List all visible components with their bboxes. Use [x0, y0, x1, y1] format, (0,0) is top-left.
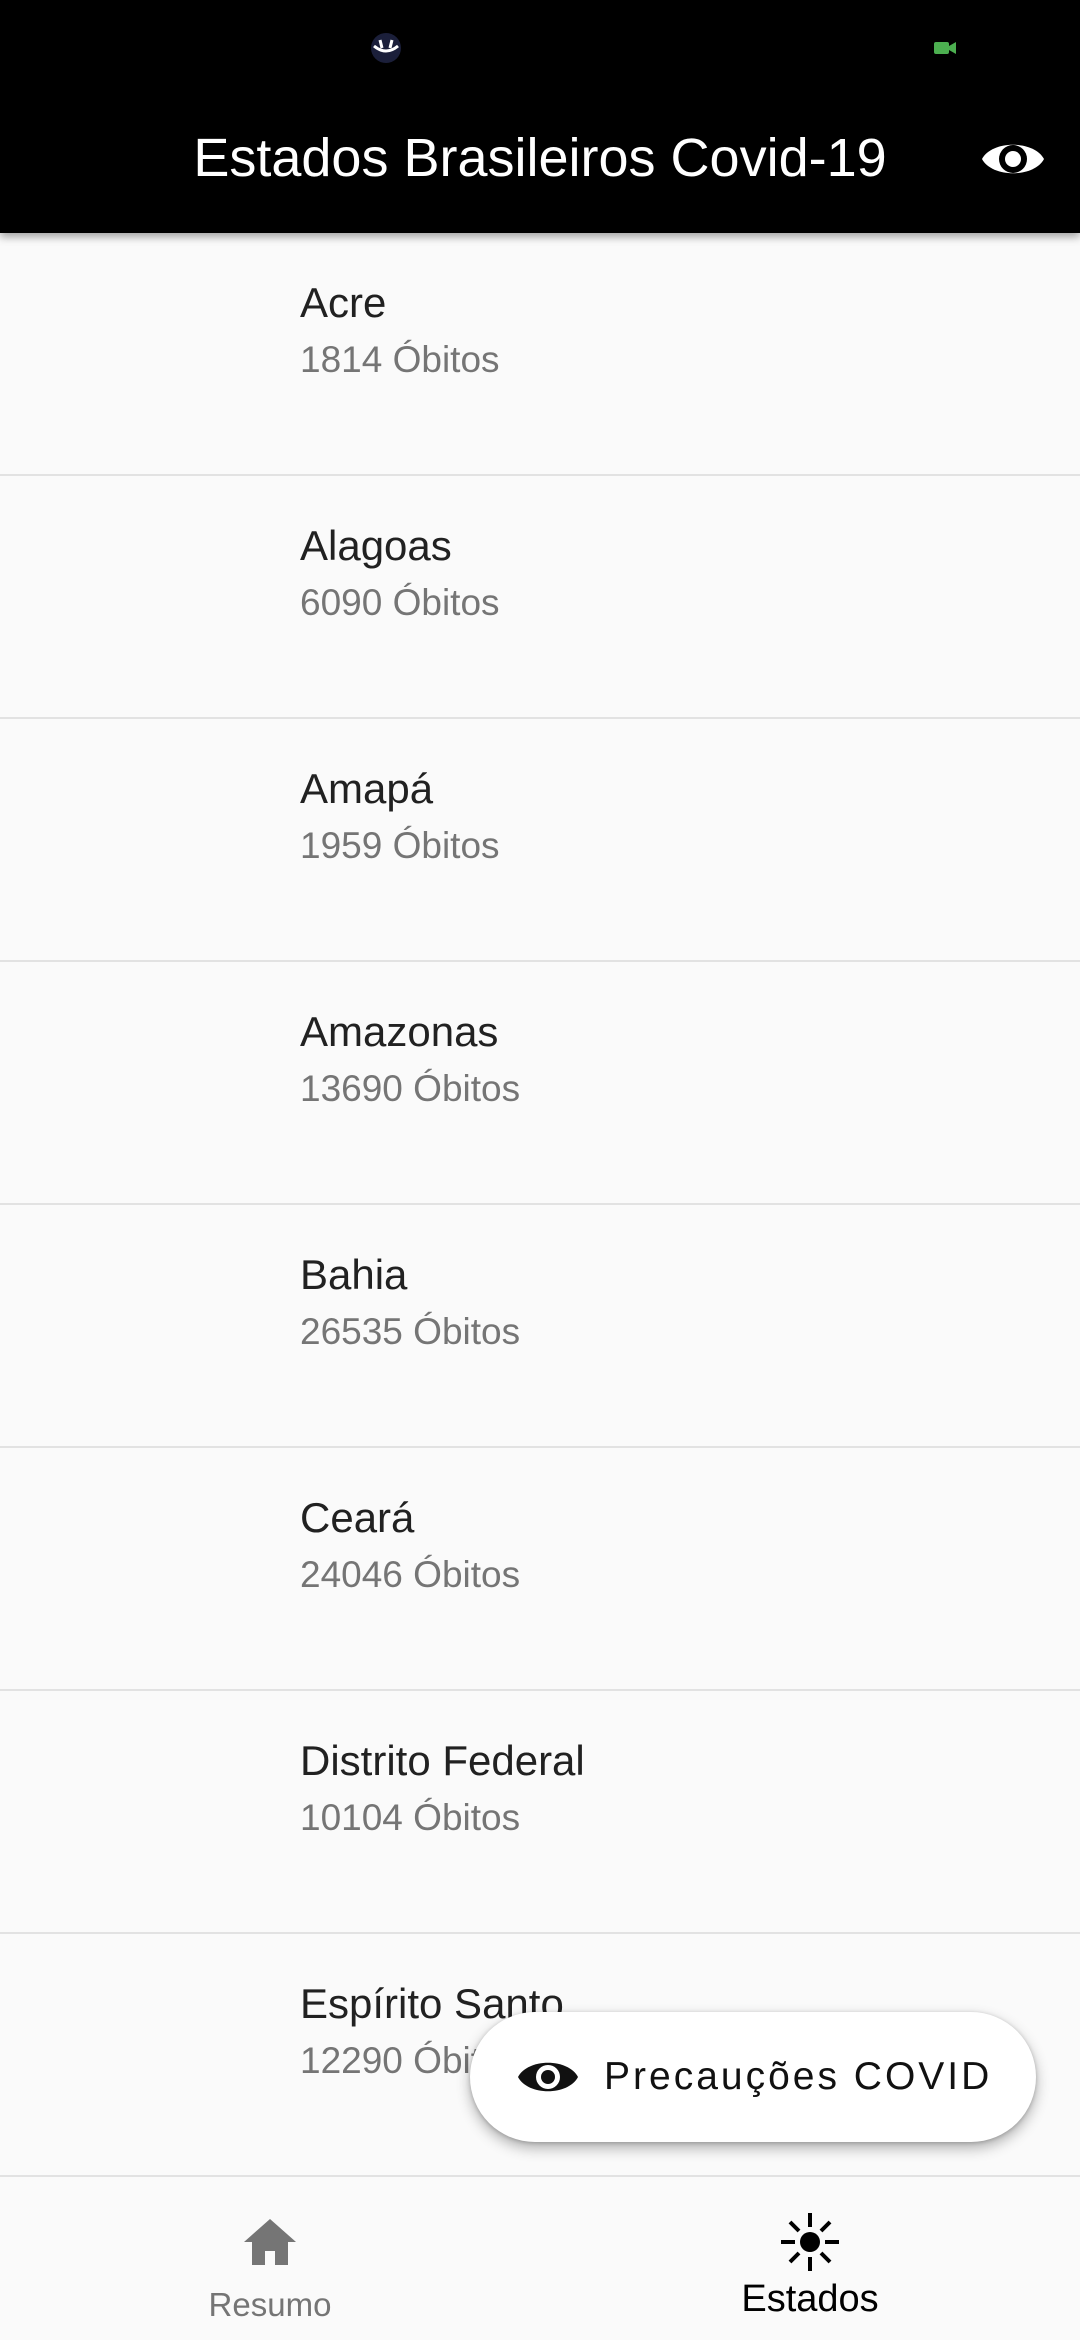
list-item[interactable]: Distrito Federal 10104 Óbitos	[0, 1691, 1080, 1934]
nav-item-resumo[interactable]: Resumo	[0, 2185, 540, 2340]
state-name: Distrito Federal	[300, 1737, 585, 1784]
list-item[interactable]: Alagoas 6090 Óbitos	[0, 476, 1080, 719]
list-item[interactable]: Bahia 26535 Óbitos	[0, 1205, 1080, 1448]
state-deaths: 24046 Óbitos	[300, 1554, 521, 1595]
camera-icon	[934, 42, 956, 54]
state-deaths: 10104 Óbitos	[300, 1797, 521, 1838]
nav-label-resumo: Resumo	[208, 2286, 332, 2323]
state-deaths: 26535 Óbitos	[300, 1311, 521, 1352]
eye-icon[interactable]	[978, 124, 1048, 194]
app-bar: Estados Brasileiros Covid-19	[0, 0, 1080, 233]
home-icon	[244, 2219, 296, 2265]
nav-item-estados[interactable]: Estados	[540, 2185, 1080, 2340]
state-name: Ceará	[300, 1494, 415, 1541]
state-name: Amazonas	[300, 1008, 499, 1055]
eye-icon	[518, 2062, 578, 2092]
state-deaths: 1959 Óbitos	[300, 825, 500, 866]
state-deaths: 13690 Óbitos	[300, 1068, 521, 1109]
state-name: Amapá	[300, 765, 434, 812]
precautions-button[interactable]: Precauções COVID	[470, 2012, 1036, 2142]
list-item[interactable]: Amapá 1959 Óbitos	[0, 719, 1080, 962]
states-list[interactable]: Acre 1814 Óbitos Alagoas 6090 Óbitos Ama…	[0, 233, 1080, 2185]
app-title: Estados Brasileiros Covid-19	[193, 128, 887, 188]
precautions-label: Precauções COVID	[604, 2055, 993, 2098]
list-item[interactable]: Acre 1814 Óbitos	[0, 233, 1080, 476]
bottom-navigation: Resumo Estados	[0, 2185, 1080, 2340]
list-item[interactable]: Ceará 24046 Óbitos	[0, 1448, 1080, 1691]
state-name: Acre	[300, 279, 387, 326]
state-name: Alagoas	[300, 522, 452, 569]
state-name: Bahia	[300, 1251, 408, 1298]
list-item[interactable]: Amazonas 13690 Óbitos	[0, 962, 1080, 1205]
virus-icon	[781, 2213, 839, 2271]
state-deaths: 1814 Óbitos	[300, 339, 500, 380]
state-deaths: 6090 Óbitos	[300, 582, 500, 623]
nav-label-estados: Estados	[741, 2278, 879, 2320]
app-notification-icon	[371, 33, 401, 63]
